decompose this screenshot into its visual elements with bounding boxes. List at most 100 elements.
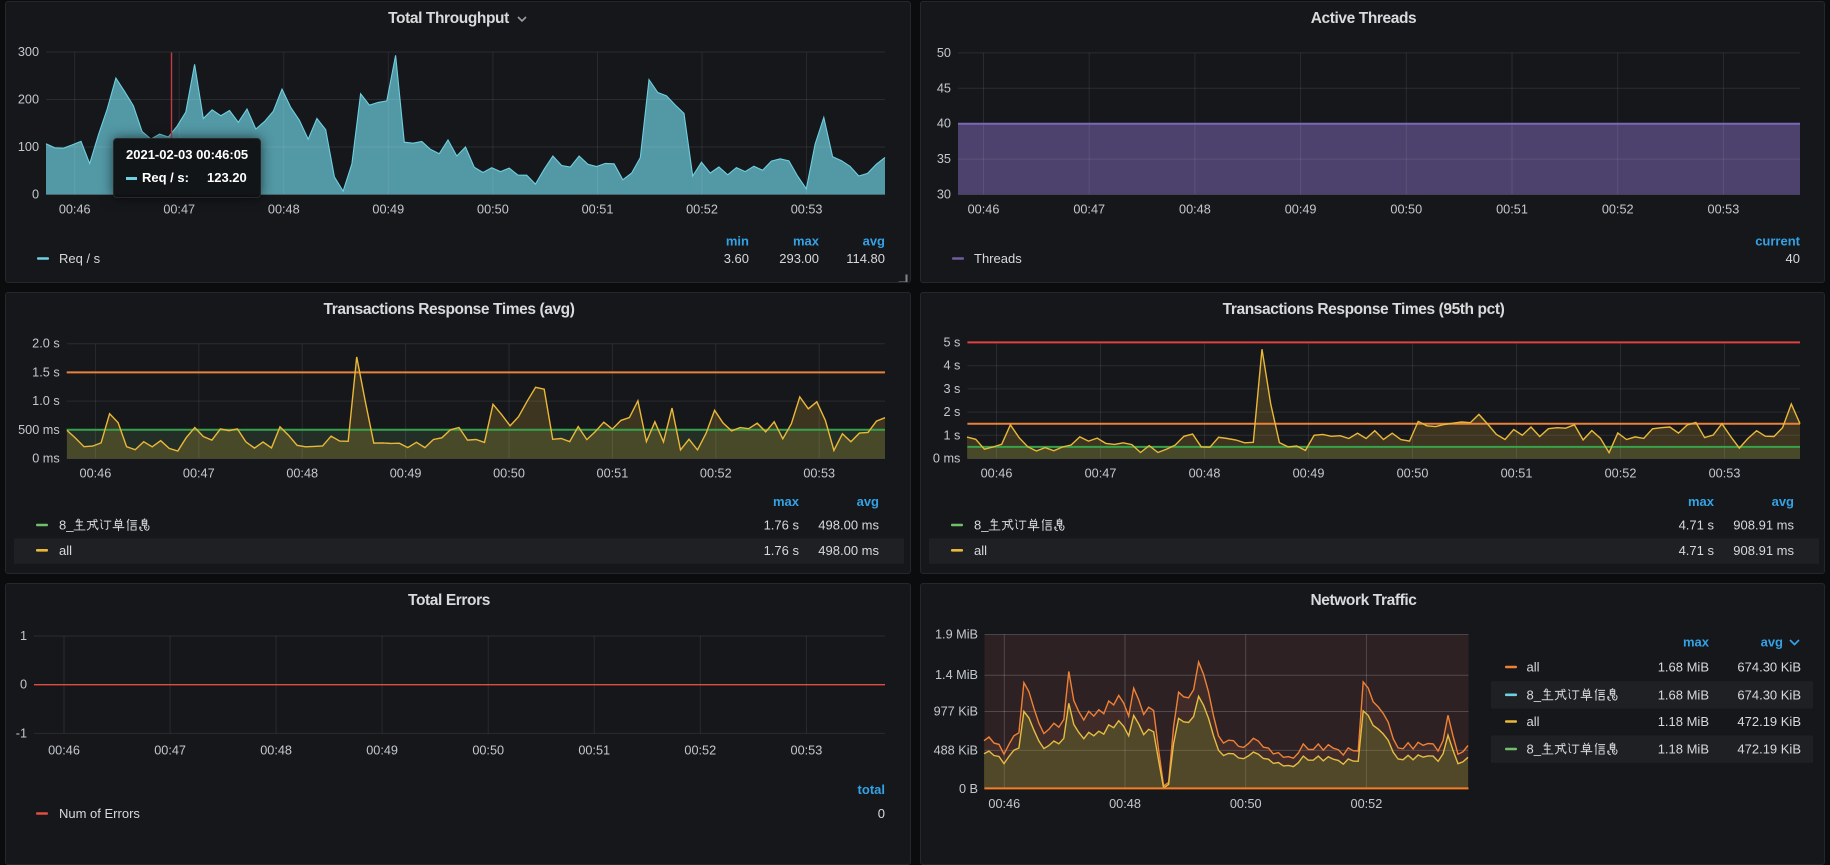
- svg-text:1.18 MiB: 1.18 MiB: [1658, 714, 1709, 729]
- svg-text:00:52: 00:52: [684, 744, 716, 758]
- svg-text:300: 300: [18, 45, 39, 59]
- svg-text:0 ms: 0 ms: [933, 452, 961, 466]
- svg-text:472.19 KiB: 472.19 KiB: [1737, 742, 1801, 757]
- svg-text:00:47: 00:47: [1085, 467, 1117, 481]
- svg-text:max: max: [773, 494, 800, 509]
- svg-text:8_: 8_: [974, 518, 989, 533]
- svg-text:908.91 ms: 908.91 ms: [1733, 518, 1794, 533]
- svg-text:00:52: 00:52: [1605, 467, 1637, 481]
- svg-text:1.0 s: 1.0 s: [32, 394, 60, 408]
- svg-text:00:52: 00:52: [686, 203, 718, 217]
- svg-text:1.5 s: 1.5 s: [32, 365, 60, 379]
- svg-text:1.68 MiB: 1.68 MiB: [1658, 687, 1709, 702]
- svg-text:00:50: 00:50: [1230, 797, 1262, 811]
- svg-text:00:48: 00:48: [1109, 797, 1141, 811]
- svg-text:8_: 8_: [1527, 742, 1542, 757]
- svg-text:00:46: 00:46: [59, 203, 91, 217]
- svg-text:472.19 KiB: 472.19 KiB: [1737, 714, 1801, 729]
- svg-text:00:46: 00:46: [988, 797, 1020, 811]
- svg-text:00:48: 00:48: [260, 744, 292, 758]
- svg-text:3 s: 3 s: [943, 382, 960, 396]
- svg-text:avg: avg: [857, 494, 879, 509]
- svg-text:00:52: 00:52: [1602, 203, 1634, 217]
- svg-text:498.00 ms: 498.00 ms: [818, 518, 879, 533]
- svg-text:00:48: 00:48: [268, 203, 300, 217]
- svg-text:50: 50: [937, 46, 951, 60]
- svg-text:293.00: 293.00: [779, 251, 819, 266]
- svg-text:00:50: 00:50: [493, 467, 525, 481]
- svg-text:Threads: Threads: [974, 251, 1022, 266]
- svg-text:674.30 KiB: 674.30 KiB: [1737, 687, 1801, 702]
- svg-text:all: all: [974, 543, 987, 558]
- svg-text:00:49: 00:49: [390, 467, 422, 481]
- svg-text:3.60: 3.60: [724, 251, 749, 266]
- svg-text:all: all: [1527, 660, 1540, 675]
- svg-text:00:50: 00:50: [472, 744, 504, 758]
- svg-text:-1: -1: [16, 726, 27, 740]
- svg-text:00:49: 00:49: [366, 744, 398, 758]
- svg-text:498.00 ms: 498.00 ms: [818, 543, 879, 558]
- svg-text:00:50: 00:50: [1397, 467, 1429, 481]
- svg-text:current: current: [1755, 234, 1800, 249]
- svg-text:00:49: 00:49: [1293, 467, 1325, 481]
- svg-text:max: max: [1683, 635, 1710, 650]
- svg-text:avg: avg: [1772, 494, 1794, 509]
- svg-text:977 KiB: 977 KiB: [934, 705, 978, 719]
- svg-text:00:47: 00:47: [154, 744, 186, 758]
- svg-text:00:51: 00:51: [1501, 467, 1533, 481]
- svg-text:40: 40: [937, 117, 951, 131]
- svg-text:max: max: [793, 234, 820, 249]
- svg-text:674.30 KiB: 674.30 KiB: [1737, 660, 1801, 675]
- svg-text:00:53: 00:53: [791, 744, 823, 758]
- svg-text:8_: 8_: [1527, 687, 1542, 702]
- svg-text:00:48: 00:48: [1179, 203, 1211, 217]
- svg-text:avg: avg: [1761, 635, 1783, 650]
- svg-text:1: 1: [20, 629, 27, 643]
- svg-text:1.18 MiB: 1.18 MiB: [1658, 742, 1709, 757]
- svg-text:00:47: 00:47: [183, 467, 215, 481]
- svg-text:00:51: 00:51: [578, 744, 610, 758]
- svg-text:1.68 MiB: 1.68 MiB: [1658, 660, 1709, 675]
- svg-text:00:51: 00:51: [1496, 203, 1528, 217]
- svg-text:200: 200: [18, 93, 39, 107]
- svg-text:35: 35: [937, 152, 951, 166]
- svg-text:4.71 s: 4.71 s: [1679, 543, 1715, 558]
- svg-text:00:53: 00:53: [1708, 203, 1740, 217]
- svg-text:min: min: [726, 234, 749, 249]
- svg-text:00:46: 00:46: [981, 467, 1013, 481]
- svg-text:0 B: 0 B: [959, 782, 978, 796]
- svg-text:1.4 MiB: 1.4 MiB: [935, 668, 978, 682]
- svg-text:1.76 s: 1.76 s: [764, 518, 800, 533]
- svg-text:Req / s: Req / s: [59, 251, 101, 266]
- svg-text:00:52: 00:52: [700, 467, 732, 481]
- svg-text:0: 0: [878, 806, 885, 821]
- svg-text:1.9 MiB: 1.9 MiB: [935, 628, 978, 642]
- svg-text:488 KiB: 488 KiB: [934, 743, 978, 757]
- svg-text:00:50: 00:50: [1390, 203, 1422, 217]
- svg-text:40: 40: [1786, 251, 1800, 266]
- svg-text:total: total: [858, 782, 885, 797]
- svg-text:all: all: [59, 543, 72, 558]
- svg-text:4.71 s: 4.71 s: [1679, 518, 1715, 533]
- svg-text:0: 0: [32, 188, 39, 202]
- svg-text:5 s: 5 s: [943, 335, 960, 349]
- svg-text:00:47: 00:47: [163, 203, 195, 217]
- svg-text:00:53: 00:53: [1709, 467, 1741, 481]
- svg-text:4 s: 4 s: [943, 359, 960, 373]
- svg-text:00:46: 00:46: [80, 467, 112, 481]
- svg-text:00:49: 00:49: [1285, 203, 1317, 217]
- svg-text:00:51: 00:51: [582, 203, 614, 217]
- svg-text:45: 45: [937, 81, 951, 95]
- svg-text:00:53: 00:53: [791, 203, 823, 217]
- svg-text:2.0 s: 2.0 s: [32, 337, 60, 351]
- svg-text:1.76 s: 1.76 s: [764, 543, 800, 558]
- svg-text:30: 30: [937, 188, 951, 202]
- svg-text:500 ms: 500 ms: [18, 423, 60, 437]
- svg-text:00:52: 00:52: [1351, 797, 1383, 811]
- svg-text:00:50: 00:50: [477, 203, 509, 217]
- svg-text:100: 100: [18, 140, 39, 154]
- svg-text:max: max: [1688, 494, 1715, 509]
- svg-text:0 ms: 0 ms: [32, 452, 60, 466]
- svg-text:114.80: 114.80: [846, 251, 885, 266]
- svg-text:00:51: 00:51: [597, 467, 629, 481]
